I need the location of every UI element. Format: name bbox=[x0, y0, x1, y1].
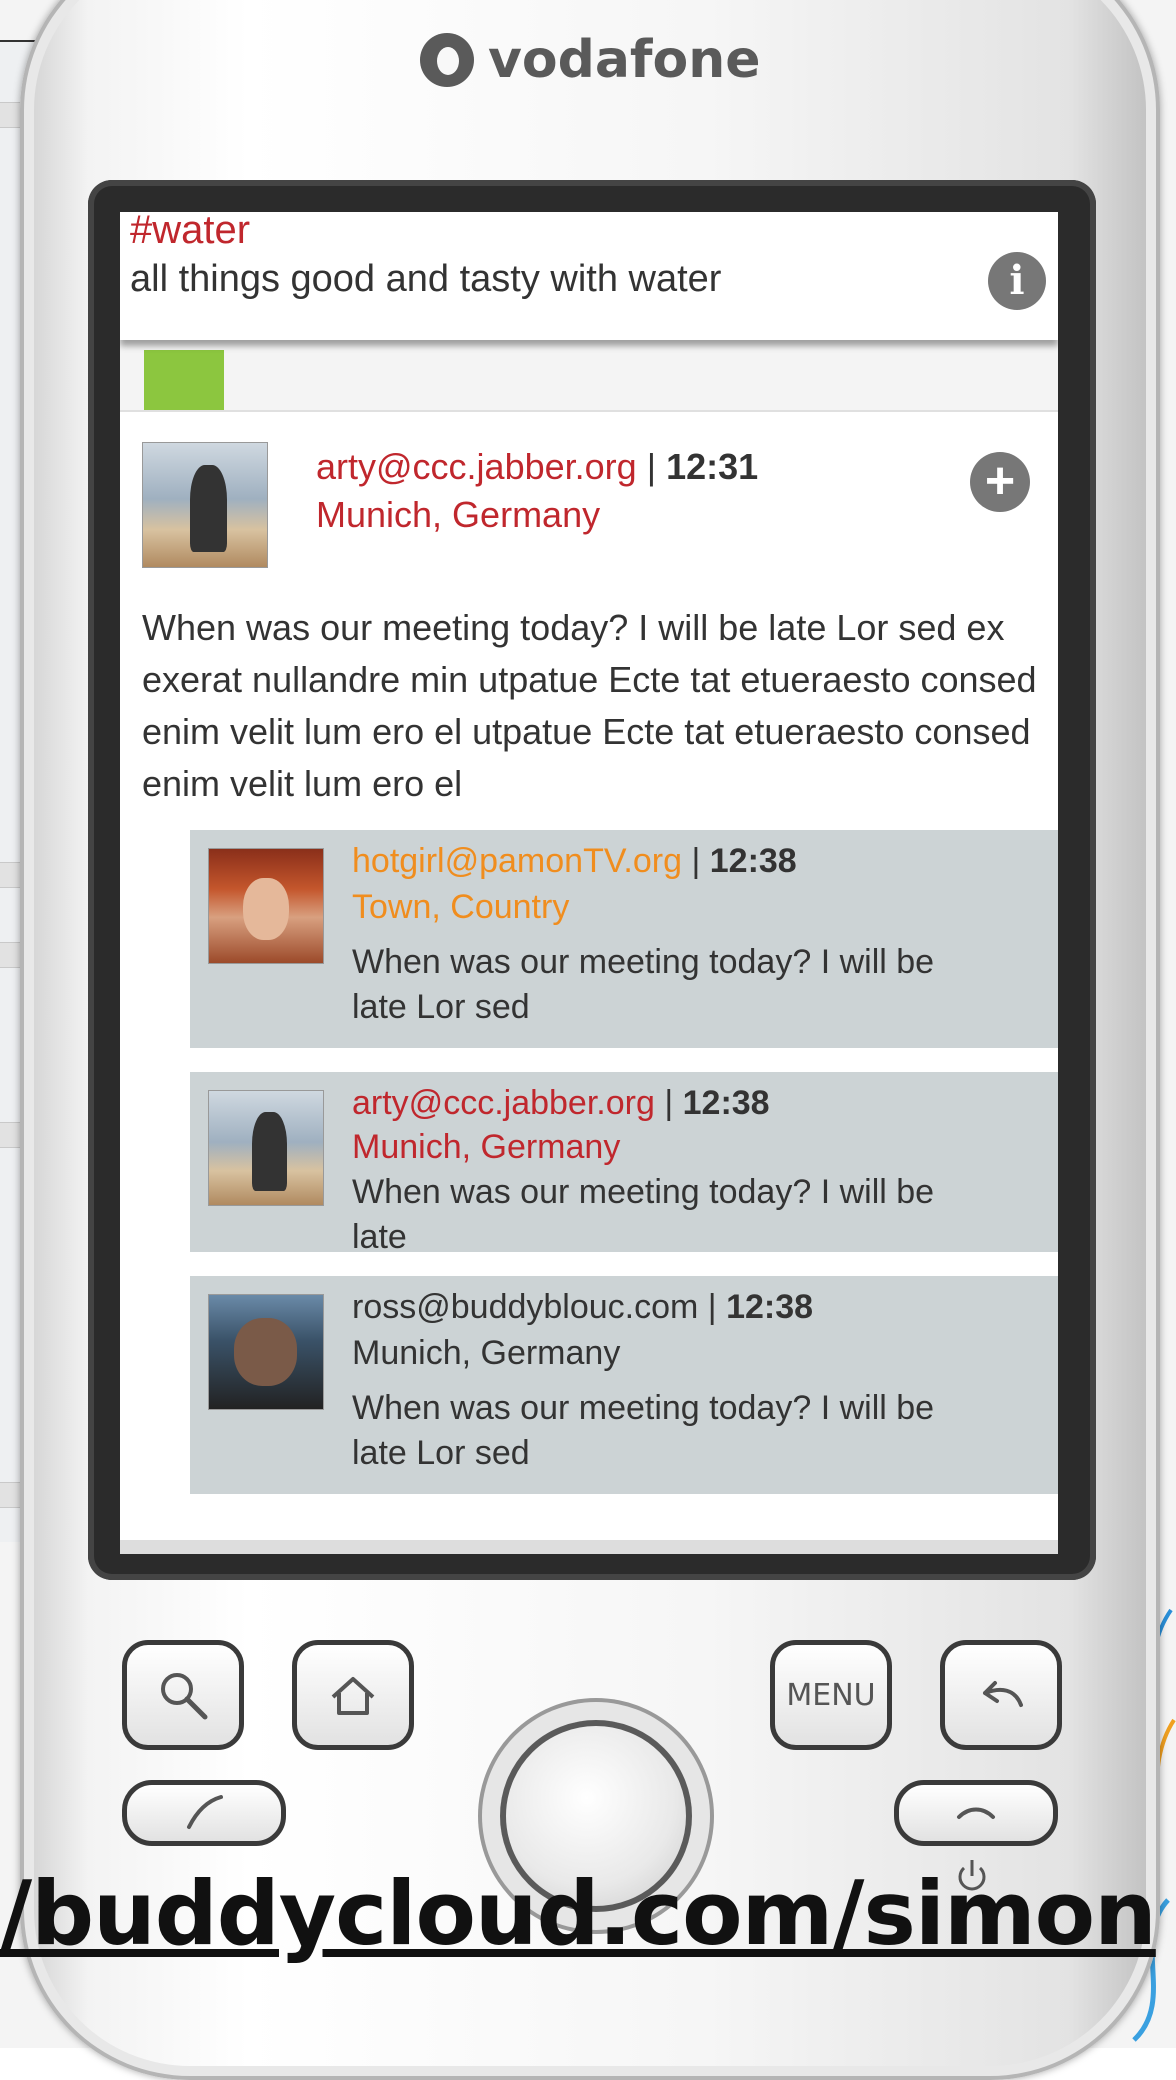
reply-text: When was our meeting today? I will be la… bbox=[352, 943, 935, 1026]
end-call-icon bbox=[957, 1807, 995, 1819]
call-icon bbox=[187, 1795, 223, 1829]
separator: | bbox=[691, 842, 701, 880]
reply-time: 12:38 bbox=[709, 842, 797, 880]
reply-time: 12:38 bbox=[682, 1084, 770, 1122]
tab-bar bbox=[120, 340, 1058, 412]
channel-tag[interactable]: #water bbox=[130, 212, 250, 253]
post-author[interactable]: arty@ccc.jabber.org bbox=[316, 446, 637, 487]
reply-time: 12:38 bbox=[726, 1288, 814, 1326]
avatar[interactable] bbox=[208, 1090, 324, 1206]
menu-button[interactable]: MENU bbox=[770, 1640, 892, 1750]
search-icon bbox=[161, 1673, 208, 1720]
reply-location: Munich, Germany bbox=[352, 1334, 621, 1372]
reply-header: ross@buddyblouc.com | 12:38 bbox=[352, 1288, 813, 1327]
home-icon bbox=[331, 1677, 375, 1715]
footer-url[interactable]: /buddycloud.com/simon bbox=[0, 1862, 1157, 1965]
avatar[interactable] bbox=[142, 442, 268, 568]
reply-text: When was our meeting today? I will be la… bbox=[352, 1173, 935, 1256]
back-arrow-icon bbox=[983, 1681, 1023, 1707]
carrier-brand: vodafone bbox=[420, 25, 800, 95]
post-body: When was our meeting today? I will be la… bbox=[142, 607, 1037, 804]
reply-author[interactable]: ross@buddyblouc.com bbox=[352, 1288, 698, 1326]
reply-item: hotgirl@pamonTV.org | 12:38 Town, Countr… bbox=[190, 830, 1058, 1048]
home-button[interactable] bbox=[292, 1640, 414, 1750]
reply-author[interactable]: arty@ccc.jabber.org bbox=[352, 1084, 655, 1122]
menu-button-label: MENU bbox=[786, 1677, 876, 1713]
tab-active-indicator[interactable] bbox=[144, 350, 224, 410]
plus-circle-icon[interactable]: + bbox=[970, 452, 1030, 512]
separator: | bbox=[707, 1288, 717, 1326]
vodafone-logo-icon bbox=[420, 33, 474, 87]
reply-header: hotgirl@pamonTV.org | 12:38 bbox=[352, 842, 797, 881]
post-time: 12:31 bbox=[666, 446, 759, 487]
reply-header: arty@ccc.jabber.org | 12:38 bbox=[352, 1084, 770, 1123]
separator: | bbox=[646, 446, 657, 487]
reply-text: When was our meeting today? I will be la… bbox=[352, 1389, 935, 1472]
separator: | bbox=[664, 1084, 674, 1122]
reply-item: ross@buddyblouc.com | 12:38 Munich, Germ… bbox=[190, 1276, 1058, 1494]
reply-author[interactable]: hotgirl@pamonTV.org bbox=[352, 842, 682, 880]
info-icon[interactable]: i bbox=[988, 252, 1046, 310]
channel-header: #water all things good and tasty with wa… bbox=[120, 212, 1058, 340]
phone-screen: #water all things good and tasty with wa… bbox=[120, 212, 1058, 1547]
avatar[interactable] bbox=[208, 1294, 324, 1410]
avatar[interactable] bbox=[208, 848, 324, 964]
call-button[interactable] bbox=[122, 1780, 286, 1846]
post-location: Munich, Germany bbox=[316, 494, 601, 535]
back-button[interactable] bbox=[940, 1640, 1062, 1750]
reply-location: Munich, Germany bbox=[352, 1128, 621, 1166]
screen-bottom-shadow bbox=[120, 1540, 1058, 1554]
end-call-button[interactable] bbox=[894, 1780, 1058, 1846]
search-button[interactable] bbox=[122, 1640, 244, 1750]
channel-description: all things good and tasty with water bbox=[130, 258, 722, 300]
carrier-name: vodafone bbox=[488, 30, 761, 90]
reply-location: Town, Country bbox=[352, 888, 570, 926]
reply-item: arty@ccc.jabber.org | 12:38 Munich, Germ… bbox=[190, 1072, 1058, 1256]
post-header: arty@ccc.jabber.org | 12:31 bbox=[316, 446, 758, 488]
